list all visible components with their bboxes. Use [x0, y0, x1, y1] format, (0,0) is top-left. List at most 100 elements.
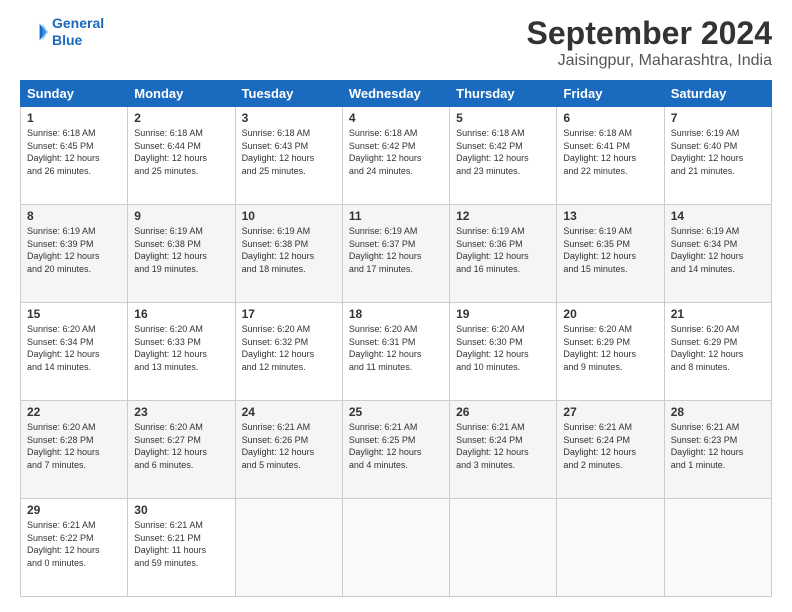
calendar-cell: 30Sunrise: 6:21 AM Sunset: 6:21 PM Dayli… [128, 499, 235, 597]
day-info: Sunrise: 6:19 AM Sunset: 6:38 PM Dayligh… [242, 225, 336, 275]
day-number: 6 [563, 111, 657, 125]
day-number: 22 [27, 405, 121, 419]
day-info: Sunrise: 6:20 AM Sunset: 6:29 PM Dayligh… [563, 323, 657, 373]
day-number: 24 [242, 405, 336, 419]
logo-icon [20, 18, 48, 46]
calendar-header-row: Sunday Monday Tuesday Wednesday Thursday… [21, 81, 772, 107]
day-number: 4 [349, 111, 443, 125]
calendar-table: Sunday Monday Tuesday Wednesday Thursday… [20, 80, 772, 597]
day-number: 14 [671, 209, 765, 223]
day-number: 26 [456, 405, 550, 419]
day-info: Sunrise: 6:18 AM Sunset: 6:42 PM Dayligh… [349, 127, 443, 177]
day-number: 16 [134, 307, 228, 321]
logo-line2: Blue [52, 32, 82, 48]
day-info: Sunrise: 6:21 AM Sunset: 6:25 PM Dayligh… [349, 421, 443, 471]
day-info: Sunrise: 6:19 AM Sunset: 6:40 PM Dayligh… [671, 127, 765, 177]
day-info: Sunrise: 6:20 AM Sunset: 6:29 PM Dayligh… [671, 323, 765, 373]
day-number: 27 [563, 405, 657, 419]
calendar-cell: 29Sunrise: 6:21 AM Sunset: 6:22 PM Dayli… [21, 499, 128, 597]
day-info: Sunrise: 6:18 AM Sunset: 6:44 PM Dayligh… [134, 127, 228, 177]
col-tuesday: Tuesday [235, 81, 342, 107]
day-info: Sunrise: 6:18 AM Sunset: 6:43 PM Dayligh… [242, 127, 336, 177]
day-info: Sunrise: 6:21 AM Sunset: 6:23 PM Dayligh… [671, 421, 765, 471]
subtitle: Jaisingpur, Maharashtra, India [527, 52, 772, 70]
day-info: Sunrise: 6:18 AM Sunset: 6:41 PM Dayligh… [563, 127, 657, 177]
calendar-cell [450, 499, 557, 597]
day-info: Sunrise: 6:21 AM Sunset: 6:22 PM Dayligh… [27, 519, 121, 569]
calendar-cell: 4 Sunrise: 6:18 AM Sunset: 6:42 PM Daylig… [342, 107, 449, 205]
logo: General Blue [20, 15, 104, 49]
calendar-cell: 6 Sunrise: 6:18 AM Sunset: 6:41 PM Daylig… [557, 107, 664, 205]
calendar-cell: 23 Sunrise: 6:20 AM Sunset: 6:27 PM Dayli… [128, 401, 235, 499]
day-number: 10 [242, 209, 336, 223]
day-number: 11 [349, 209, 443, 223]
day-info: Sunrise: 6:20 AM Sunset: 6:30 PM Dayligh… [456, 323, 550, 373]
calendar-cell: 13Sunrise: 6:19 AM Sunset: 6:35 PM Dayli… [557, 205, 664, 303]
calendar-cell [342, 499, 449, 597]
calendar-cell: 16 Sunrise: 6:20 AM Sunset: 6:33 PM Dayli… [128, 303, 235, 401]
calendar-cell: 17 Sunrise: 6:20 AM Sunset: 6:32 PM Dayli… [235, 303, 342, 401]
col-saturday: Saturday [664, 81, 771, 107]
calendar-cell: 22 Sunrise: 6:20 AM Sunset: 6:28 PM Dayli… [21, 401, 128, 499]
day-number: 20 [563, 307, 657, 321]
calendar-cell: 2 Sunrise: 6:18 AM Sunset: 6:44 PM Daylig… [128, 107, 235, 205]
day-info: Sunrise: 6:20 AM Sunset: 6:31 PM Dayligh… [349, 323, 443, 373]
calendar-cell [235, 499, 342, 597]
calendar-cell: 24 Sunrise: 6:21 AM Sunset: 6:26 PM Dayli… [235, 401, 342, 499]
day-number: 8 [27, 209, 121, 223]
title-block: September 2024 Jaisingpur, Maharashtra, … [527, 15, 772, 70]
calendar-cell: 21Sunrise: 6:20 AM Sunset: 6:29 PM Dayli… [664, 303, 771, 401]
day-info: Sunrise: 6:20 AM Sunset: 6:32 PM Dayligh… [242, 323, 336, 373]
day-number: 7 [671, 111, 765, 125]
calendar-cell: 19 Sunrise: 6:20 AM Sunset: 6:30 PM Dayli… [450, 303, 557, 401]
calendar-cell [557, 499, 664, 597]
day-number: 17 [242, 307, 336, 321]
day-number: 30 [134, 503, 228, 517]
day-info: Sunrise: 6:20 AM Sunset: 6:27 PM Dayligh… [134, 421, 228, 471]
day-info: Sunrise: 6:19 AM Sunset: 6:38 PM Dayligh… [134, 225, 228, 275]
day-info: Sunrise: 6:19 AM Sunset: 6:37 PM Dayligh… [349, 225, 443, 275]
day-number: 18 [349, 307, 443, 321]
calendar-cell: 26 Sunrise: 6:21 AM Sunset: 6:24 PM Dayli… [450, 401, 557, 499]
calendar-week-1: 1Sunrise: 6:18 AM Sunset: 6:45 PM Daylig… [21, 107, 772, 205]
day-info: Sunrise: 6:21 AM Sunset: 6:24 PM Dayligh… [456, 421, 550, 471]
main-title: September 2024 [527, 15, 772, 52]
day-info: Sunrise: 6:19 AM Sunset: 6:36 PM Dayligh… [456, 225, 550, 275]
calendar-cell: 25 Sunrise: 6:21 AM Sunset: 6:25 PM Dayli… [342, 401, 449, 499]
calendar-cell [664, 499, 771, 597]
day-info: Sunrise: 6:20 AM Sunset: 6:33 PM Dayligh… [134, 323, 228, 373]
calendar-cell: 15Sunrise: 6:20 AM Sunset: 6:34 PM Dayli… [21, 303, 128, 401]
day-info: Sunrise: 6:19 AM Sunset: 6:39 PM Dayligh… [27, 225, 121, 275]
day-number: 2 [134, 111, 228, 125]
calendar-cell: 1Sunrise: 6:18 AM Sunset: 6:45 PM Daylig… [21, 107, 128, 205]
day-info: Sunrise: 6:19 AM Sunset: 6:35 PM Dayligh… [563, 225, 657, 275]
day-number: 15 [27, 307, 121, 321]
calendar-week-5: 29Sunrise: 6:21 AM Sunset: 6:22 PM Dayli… [21, 499, 772, 597]
col-sunday: Sunday [21, 81, 128, 107]
day-number: 5 [456, 111, 550, 125]
calendar-cell: 8 Sunrise: 6:19 AM Sunset: 6:39 PM Daylig… [21, 205, 128, 303]
logo-line1: General [52, 15, 104, 31]
calendar-week-3: 15Sunrise: 6:20 AM Sunset: 6:34 PM Dayli… [21, 303, 772, 401]
calendar-cell: 11 Sunrise: 6:19 AM Sunset: 6:37 PM Dayli… [342, 205, 449, 303]
calendar-week-2: 8 Sunrise: 6:19 AM Sunset: 6:39 PM Daylig… [21, 205, 772, 303]
calendar-cell: 28 Sunrise: 6:21 AM Sunset: 6:23 PM Dayli… [664, 401, 771, 499]
day-info: Sunrise: 6:21 AM Sunset: 6:26 PM Dayligh… [242, 421, 336, 471]
calendar-cell: 3 Sunrise: 6:18 AM Sunset: 6:43 PM Daylig… [235, 107, 342, 205]
day-number: 3 [242, 111, 336, 125]
calendar-cell: 12Sunrise: 6:19 AM Sunset: 6:36 PM Dayli… [450, 205, 557, 303]
day-number: 19 [456, 307, 550, 321]
col-monday: Monday [128, 81, 235, 107]
calendar-cell: 5 Sunrise: 6:18 AM Sunset: 6:42 PM Daylig… [450, 107, 557, 205]
day-number: 23 [134, 405, 228, 419]
col-friday: Friday [557, 81, 664, 107]
header: General Blue September 2024 Jaisingpur, … [20, 15, 772, 70]
calendar-cell: 20 Sunrise: 6:20 AM Sunset: 6:29 PM Dayli… [557, 303, 664, 401]
page: General Blue September 2024 Jaisingpur, … [0, 0, 792, 612]
day-number: 25 [349, 405, 443, 419]
day-info: Sunrise: 6:18 AM Sunset: 6:42 PM Dayligh… [456, 127, 550, 177]
day-number: 28 [671, 405, 765, 419]
day-info: Sunrise: 6:20 AM Sunset: 6:28 PM Dayligh… [27, 421, 121, 471]
col-thursday: Thursday [450, 81, 557, 107]
calendar-cell: 7 Sunrise: 6:19 AM Sunset: 6:40 PM Daylig… [664, 107, 771, 205]
